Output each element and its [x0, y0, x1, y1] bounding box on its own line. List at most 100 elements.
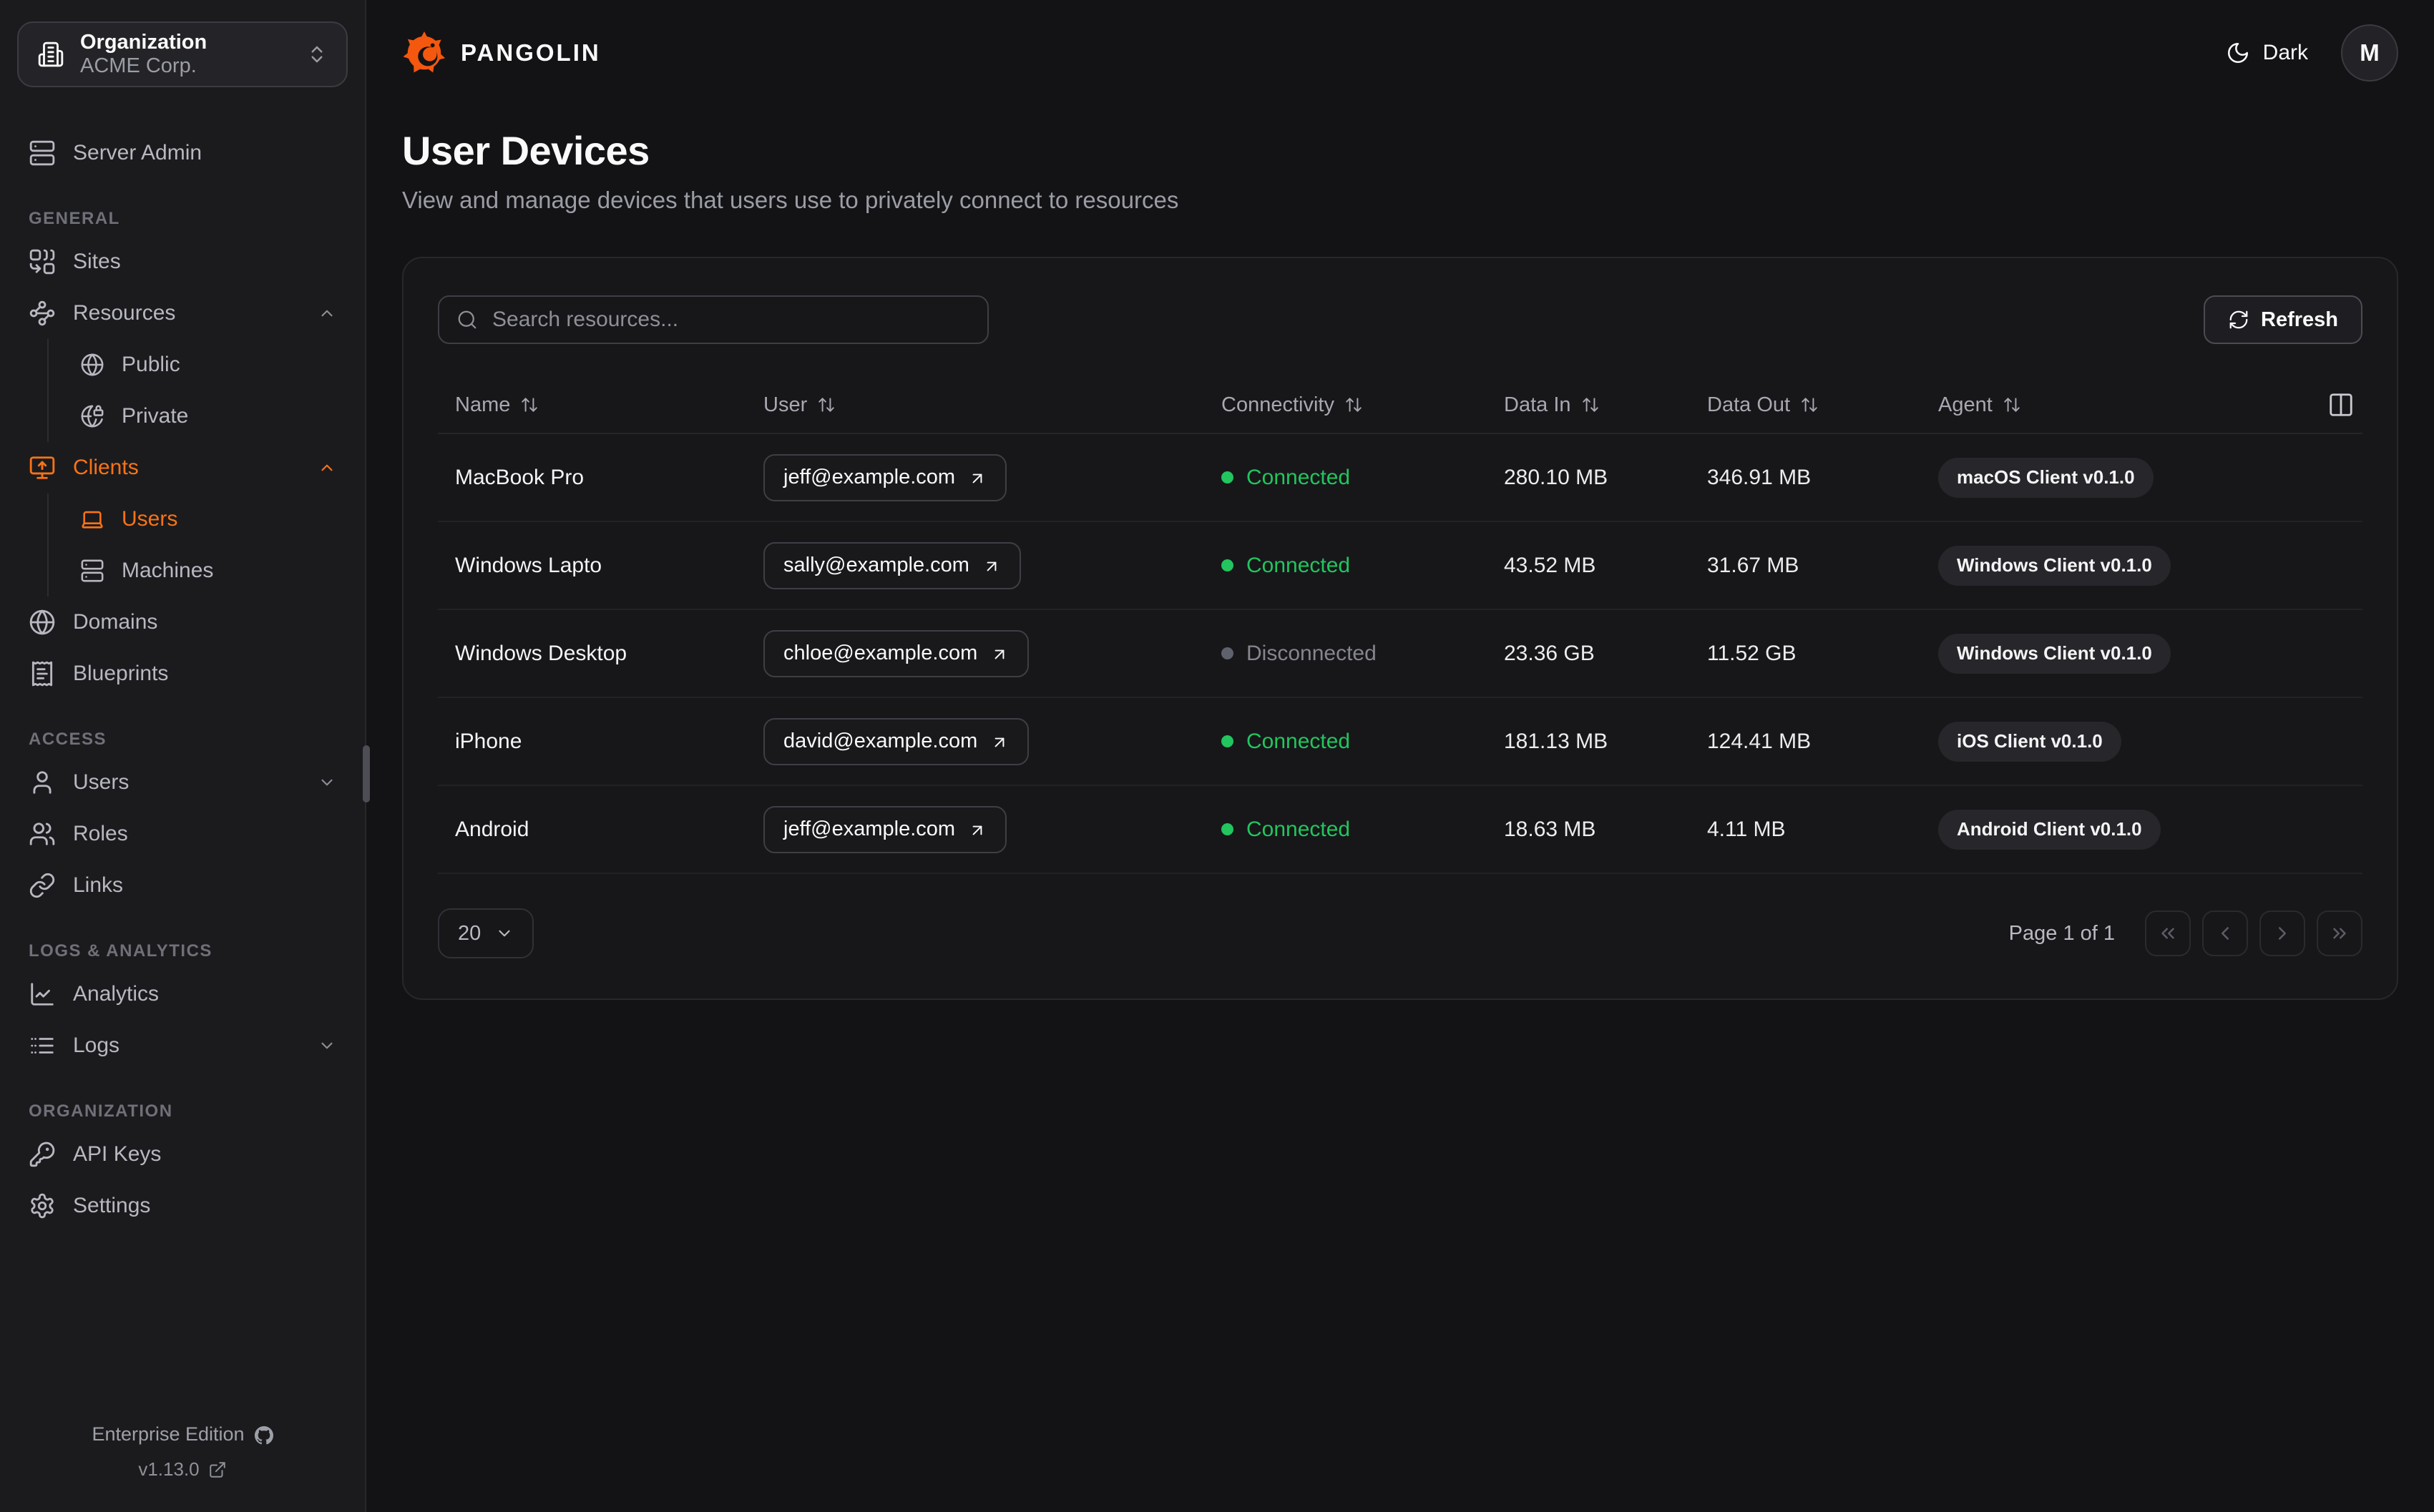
- edition-label: Enterprise Edition: [92, 1423, 245, 1445]
- brand-name: PANGOLIN: [461, 39, 601, 66]
- org-selector-value: ACME Corp.: [80, 54, 197, 77]
- pagination-bar: 20 Page 1 of 1: [438, 908, 2362, 958]
- column-header-agent[interactable]: Agent: [1938, 393, 2320, 417]
- column-header-connectivity[interactable]: Connectivity: [1221, 393, 1504, 417]
- laptop-icon: [80, 507, 104, 531]
- chevron-left-icon: [2214, 923, 2236, 944]
- sidebar-item-server-admin[interactable]: Server Admin: [17, 127, 348, 179]
- data-in-value: 23.36 GB: [1504, 641, 1595, 665]
- refresh-label: Refresh: [2261, 308, 2338, 331]
- sidebar-item-client-users[interactable]: Users: [69, 494, 348, 545]
- sidebar-item-label: API Keys: [73, 1142, 162, 1166]
- sidebar-section-organization: ORGANIZATION: [29, 1101, 173, 1121]
- table-row: iPhone david@example.com Connected 181.1…: [438, 698, 2362, 786]
- version-line[interactable]: v1.13.0: [138, 1458, 226, 1481]
- data-out-value: 31.67 MB: [1707, 553, 1799, 577]
- first-page-button[interactable]: [2145, 910, 2191, 956]
- main-content: PANGOLIN Dark M User Devices View and ma…: [366, 0, 2434, 1512]
- column-header-data-in[interactable]: Data In: [1504, 393, 1707, 417]
- sidebar-item-label: Settings: [73, 1194, 151, 1217]
- theme-toggle[interactable]: Dark: [2226, 41, 2308, 65]
- status-badge: Connected: [1221, 818, 1504, 842]
- sidebar-item-analytics[interactable]: Analytics: [17, 968, 348, 1020]
- column-header-name[interactable]: Name: [455, 393, 763, 417]
- status-dot-icon: [1221, 823, 1233, 835]
- status-badge: Connected: [1221, 466, 1504, 490]
- device-name: MacBook Pro: [455, 465, 585, 489]
- agent-badge: iOS Client v0.1.0: [1938, 721, 2121, 762]
- sidebar-item-clients[interactable]: Clients: [17, 442, 348, 494]
- brand[interactable]: PANGOLIN: [402, 31, 601, 75]
- sidebar-item-label: Public: [122, 353, 180, 376]
- table-row: Android jeff@example.com Connected 18.63…: [438, 786, 2362, 874]
- sidebar-item-label: Roles: [73, 822, 128, 845]
- data-out-value: 11.52 GB: [1707, 641, 1797, 665]
- sidebar-item-roles[interactable]: Roles: [17, 808, 348, 860]
- sidebar-section-general: GENERAL: [29, 209, 120, 228]
- user-link-button[interactable]: jeff@example.com: [763, 805, 1007, 853]
- user-link-button[interactable]: david@example.com: [763, 717, 1030, 765]
- page-title: User Devices: [402, 128, 650, 173]
- user-icon: [29, 769, 56, 796]
- table-header-row: Name User Connectivity Data In Data Out …: [438, 377, 2362, 434]
- sidebar-item-resources[interactable]: Resources: [17, 288, 348, 339]
- device-name: Windows Desktop: [455, 641, 627, 665]
- globe-icon: [29, 609, 56, 636]
- sidebar-item-label: Sites: [73, 250, 121, 273]
- arrow-up-right-icon: [968, 820, 987, 839]
- sidebar-section-logs-analytics: LOGS & ANALYTICS: [29, 941, 212, 961]
- arrow-up-right-icon: [990, 644, 1009, 663]
- sidebar-item-label: Server Admin: [73, 141, 202, 165]
- last-page-button[interactable]: [2317, 910, 2362, 956]
- github-icon[interactable]: [254, 1425, 273, 1444]
- sidebar-resize-handle[interactable]: [363, 745, 370, 802]
- page-size-value: 20: [458, 921, 482, 945]
- sidebar-item-domains[interactable]: Domains: [17, 597, 348, 648]
- sidebar-item-settings[interactable]: Settings: [17, 1180, 348, 1232]
- agent-badge: Windows Client v0.1.0: [1938, 545, 2171, 586]
- agent-badge: Android Client v0.1.0: [1938, 809, 2161, 850]
- status-dot-icon: [1221, 647, 1233, 659]
- search-icon: [456, 309, 478, 330]
- sidebar-item-logs[interactable]: Logs: [17, 1020, 348, 1071]
- search-box[interactable]: [438, 295, 989, 344]
- chevron-down-icon: [318, 1036, 336, 1055]
- sidebar-item-label: Blueprints: [73, 662, 169, 685]
- server-icon: [29, 139, 56, 167]
- sidebar-item-label: Domains: [73, 610, 158, 634]
- page-size-select[interactable]: 20: [438, 908, 534, 958]
- external-link-icon: [208, 1461, 227, 1479]
- sidebar-item-blueprints[interactable]: Blueprints: [17, 648, 348, 699]
- server-icon: [80, 559, 104, 583]
- column-header-user[interactable]: User: [763, 393, 1221, 417]
- user-link-button[interactable]: chloe@example.com: [763, 629, 1030, 677]
- sidebar-item-api-keys[interactable]: API Keys: [17, 1129, 348, 1180]
- pangolin-logo-icon: [402, 31, 446, 75]
- previous-page-button[interactable]: [2202, 910, 2248, 956]
- sidebar-item-public[interactable]: Public: [69, 339, 348, 391]
- moon-icon: [2226, 41, 2250, 65]
- sidebar-item-client-machines[interactable]: Machines: [69, 545, 348, 597]
- pagination-buttons: [2145, 910, 2362, 956]
- sidebar-item-links[interactable]: Links: [17, 860, 348, 911]
- chevron-down-icon: [318, 773, 336, 792]
- sidebar-item-label: Analytics: [73, 982, 160, 1006]
- user-link-button[interactable]: sally@example.com: [763, 541, 1021, 589]
- avatar-initial: M: [2360, 39, 2380, 66]
- sidebar-item-label: Resources: [73, 301, 176, 325]
- sidebar-item-users[interactable]: Users: [17, 757, 348, 808]
- sidebar-item-sites[interactable]: Sites: [17, 236, 348, 288]
- sidebar-section-access: ACCESS: [29, 730, 107, 749]
- avatar[interactable]: M: [2341, 24, 2398, 82]
- column-header-data-out[interactable]: Data Out: [1707, 393, 1938, 417]
- user-link-button[interactable]: jeff@example.com: [763, 453, 1007, 501]
- refresh-button[interactable]: Refresh: [2204, 295, 2362, 344]
- sidebar-item-private[interactable]: Private: [69, 391, 348, 442]
- org-selector[interactable]: Organization ACME Corp.: [17, 21, 348, 87]
- sort-icon: [520, 396, 539, 414]
- search-input[interactable]: [492, 308, 970, 332]
- sidebar-item-label: Logs: [73, 1034, 120, 1057]
- page-subtitle: View and manage devices that users use t…: [402, 187, 1179, 213]
- next-page-button[interactable]: [2259, 910, 2305, 956]
- column-settings-button[interactable]: [2320, 391, 2362, 418]
